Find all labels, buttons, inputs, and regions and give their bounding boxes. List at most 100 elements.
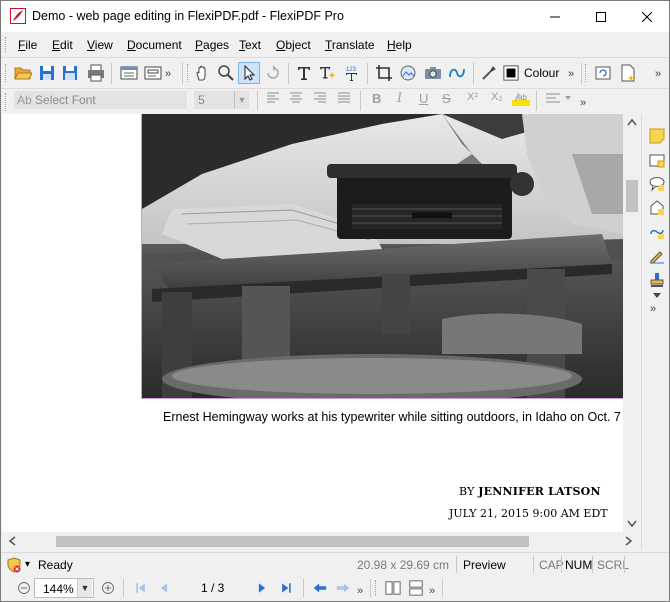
toolbar-overflow-chevron[interactable]: » [429,585,435,597]
stamp-tool-button[interactable] [648,271,666,289]
minimize-button[interactable] [532,1,578,32]
hemingway-photo[interactable] [141,114,623,399]
toolbar-grip [375,580,378,596]
strikethrough-icon[interactable]: S [442,91,451,106]
align-right-icon[interactable] [313,91,327,108]
form-view-button[interactable] [142,62,164,84]
menu-view[interactable]: View [87,38,113,52]
font-select[interactable]: Ab Select Font [14,91,187,109]
save-all-button[interactable] [59,62,81,84]
typewriter-photo-image [142,114,623,398]
link-button[interactable] [648,223,666,241]
go-forward-button[interactable] [332,577,354,599]
toolbar-overflow-chevron[interactable]: » [568,68,574,80]
align-center-icon[interactable] [289,91,303,108]
highlight-icon[interactable]: ab [512,91,530,110]
form-icon [144,66,162,80]
select-tool-button[interactable] [238,62,260,84]
folder-open-icon [14,67,32,80]
snapshot-button[interactable] [592,62,614,84]
close-button[interactable] [624,1,670,32]
status-dropdown-icon[interactable]: ▾ [25,559,30,570]
two-page-view-button[interactable] [382,577,404,599]
chevron-down-icon [653,293,661,298]
vertical-scroll-thumb[interactable] [626,180,638,212]
go-back-button[interactable] [309,577,331,599]
side-dropdown[interactable] [648,291,666,301]
colour-button[interactable]: Colour [503,62,561,84]
underline-icon[interactable]: U [419,91,428,106]
image-swap-icon [400,65,416,81]
print-button[interactable] [85,62,107,84]
menu-edit[interactable]: Edit [52,38,73,52]
document-viewport[interactable]: Ernest Hemingway works at his typewriter… [2,114,623,532]
text-tool-button[interactable] [294,62,316,84]
page-indicator[interactable]: 1 / 3 [201,581,224,595]
zoom-out-button[interactable] [13,577,35,599]
path-tool-button[interactable] [446,62,468,84]
camera-button[interactable] [422,62,444,84]
justify-icon[interactable] [337,91,351,108]
italic-icon[interactable]: I [397,91,402,106]
stacked-pages-icon [409,580,423,596]
save-button[interactable] [36,62,58,84]
page-size: 20.98 x 29.69 cm [357,558,450,572]
menu-object[interactable]: Object [276,38,311,52]
callout-button[interactable] [648,175,666,193]
page-view-button[interactable] [118,62,140,84]
menu-help[interactable]: Help [387,38,412,52]
colour-label: Colour [524,66,560,80]
rotate-button[interactable] [262,62,284,84]
scroll-up-icon[interactable] [627,118,637,126]
align-left-icon[interactable] [266,91,280,108]
scroll-down-icon[interactable] [627,520,637,528]
bold-icon[interactable]: B [372,91,381,106]
next-page-button[interactable] [251,577,273,599]
zoom-dropdown[interactable]: ▼ [77,579,92,597]
image-tool-button[interactable] [397,62,419,84]
menu-pages[interactable]: Pages [195,38,229,52]
new-page-button[interactable] [617,62,639,84]
hand-tool-button[interactable] [192,62,214,84]
line-spacing-icon[interactable] [545,91,571,108]
stamp-button[interactable] [648,199,666,217]
last-page-button[interactable] [275,577,297,599]
previous-page-button[interactable] [153,577,175,599]
ocr-button[interactable]: 123 [341,62,363,84]
scroll-right-icon[interactable] [625,536,633,546]
add-text-button[interactable] [317,62,339,84]
zoom-tool-button[interactable] [215,62,237,84]
menu-file[interactable]: File [18,38,37,52]
menu-translate[interactable]: Translate [325,38,375,52]
eyedropper-button[interactable] [478,62,500,84]
subscript-icon[interactable]: X₂ [491,91,503,103]
crop-button[interactable] [373,62,395,84]
horizontal-scroll-thumb[interactable] [56,536,529,547]
app-window: Demo - web page editing in FlexiPDF.pdf … [0,0,670,602]
sidebar-overflow-chevron[interactable]: » [650,303,656,315]
pencil-button[interactable] [648,247,666,265]
two-page-icon [385,581,401,595]
printer-icon [88,64,104,82]
continuous-view-button[interactable] [405,577,427,599]
save-icon [40,66,54,80]
byline-author: JENNIFER LATSON [478,485,601,498]
sticky-note-button[interactable] [648,127,666,145]
vertical-scrollbar[interactable] [623,114,641,532]
horizontal-scrollbar[interactable] [2,532,641,550]
first-page-button[interactable] [130,577,152,599]
toolbar-overflow-chevron[interactable]: » [655,68,661,80]
menu-document[interactable]: Document [127,38,182,52]
menu-text[interactable]: Text [239,38,261,52]
text-box-button[interactable] [648,151,666,169]
maximize-button[interactable] [578,1,624,32]
zoom-in-button[interactable] [97,577,119,599]
toolbar-overflow-chevron[interactable]: » [357,585,363,597]
superscript-icon[interactable]: X² [467,91,478,103]
scroll-left-icon[interactable] [8,536,16,546]
toolbar-overflow-chevron[interactable]: » [580,97,586,109]
toolbar-overflow-chevron[interactable]: » [165,68,171,80]
open-button[interactable] [12,62,34,84]
flexipdf-logo-icon [10,8,26,24]
chevron-down-icon[interactable]: ▼ [234,91,249,109]
